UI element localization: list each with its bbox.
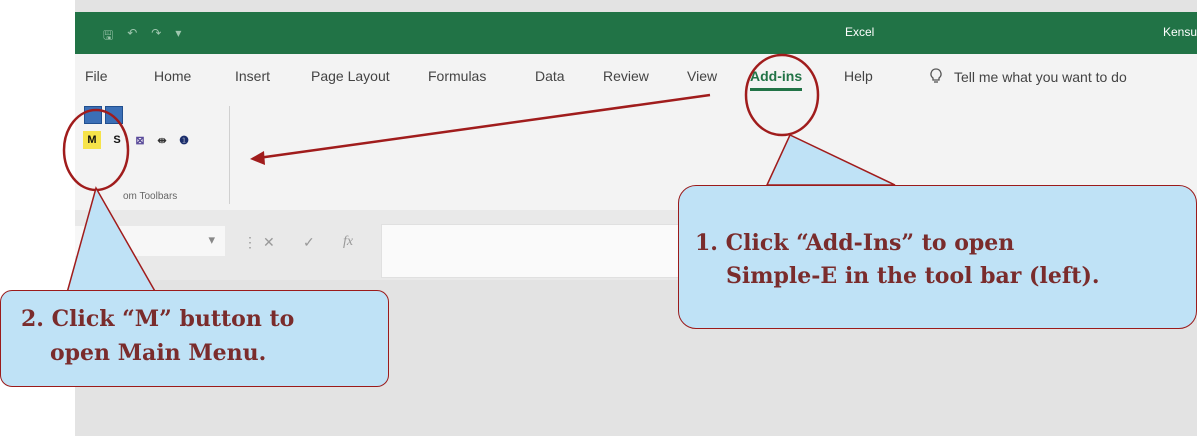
tab-formulas[interactable]: Formulas [428, 68, 486, 84]
info-button[interactable]: ❶ [175, 131, 193, 149]
tab-help[interactable]: Help [844, 68, 873, 84]
tab-home[interactable]: Home [154, 68, 191, 84]
insert-function-icon[interactable]: fx [343, 234, 353, 250]
lightbulb-icon [930, 68, 942, 83]
toolbar-icon-1[interactable] [84, 106, 102, 124]
title-bar: 🖫 ↶ ↷ ▾ Excel Kensu [75, 12, 1197, 54]
customize-qat-icon[interactable]: ▾ [175, 26, 181, 47]
quick-access-toolbar: 🖫 ↶ ↷ ▾ [103, 26, 181, 47]
toolbar-icon-2[interactable] [105, 106, 123, 124]
tab-data[interactable]: Data [535, 68, 565, 84]
redo-icon[interactable]: ↷ [151, 26, 161, 47]
cancel-icon[interactable]: ✕ [263, 234, 275, 251]
tab-page-layout[interactable]: Page Layout [311, 68, 390, 84]
tab-insert[interactable]: Insert [235, 68, 270, 84]
m-button-callout: 2. Click “M” button to open Main Menu. [0, 290, 389, 387]
tab-view[interactable]: View [687, 68, 717, 84]
s-button[interactable]: S [108, 131, 126, 149]
ribbon-group-divider [229, 106, 230, 204]
name-box-dropdown-icon[interactable]: ▾ [208, 232, 215, 248]
m-button-callout-line-2: open Main Menu. [50, 340, 267, 366]
add-ins-callout: 1. Click “Add-Ins” to open Simple-E in t… [678, 185, 1197, 329]
tab-review[interactable]: Review [603, 68, 649, 84]
ribbon-group-label: om Toolbars [123, 191, 178, 202]
add-ins-callout-line-1: 1. Click “Add-Ins” to open [695, 230, 1015, 256]
user-name[interactable]: Kensu [1163, 25, 1197, 39]
chart-button[interactable]: ⊠ [131, 131, 149, 149]
m-button-callout-line-1: 2. Click “M” button to [21, 306, 295, 332]
tell-me-search[interactable]: Tell me what you want to do [930, 68, 1127, 85]
main-menu-button[interactable]: M [83, 131, 101, 149]
undo-icon[interactable]: ↶ [127, 26, 137, 47]
ribbon-tabs: File Home Insert Page Layout Formulas Da… [75, 54, 1197, 98]
formula-bar-separator: ⋮ [243, 234, 257, 250]
tab-file[interactable]: File [85, 68, 108, 84]
tab-add-ins[interactable]: Add-ins [750, 68, 803, 91]
add-ins-callout-line-2: Simple-E in the tool bar (left). [726, 263, 1100, 289]
save-icon[interactable]: 🖫 [103, 26, 113, 47]
window-title: Excel [845, 25, 875, 39]
tell-me-text: Tell me what you want to do [954, 69, 1127, 85]
name-box[interactable]: ▾ [75, 226, 225, 256]
enter-icon[interactable]: ✓ [303, 234, 315, 251]
arrow-button[interactable]: ⇹ [153, 131, 171, 149]
